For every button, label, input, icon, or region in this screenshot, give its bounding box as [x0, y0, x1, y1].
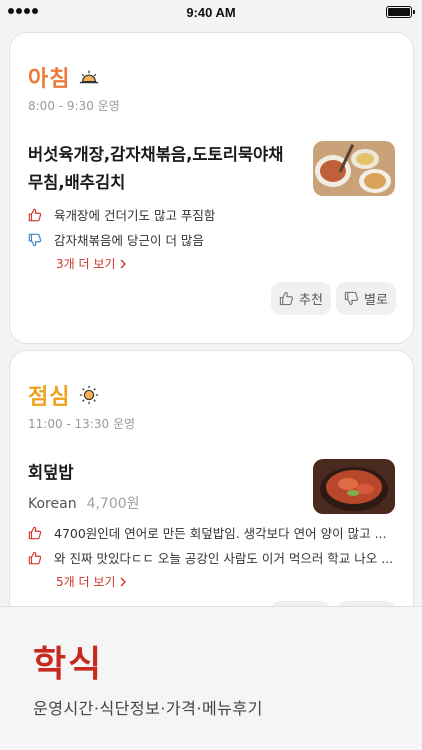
thumbs-up-icon — [28, 551, 42, 564]
battery-icon — [386, 6, 415, 18]
meal-hours: 11:00 - 13:30 운영 — [28, 417, 136, 431]
recommend-button[interactable]: 추천 — [271, 282, 331, 315]
menu-category: Korean — [28, 496, 77, 512]
meal-title: 아침 — [28, 61, 100, 93]
menu-meta: Korean 4,700원 — [28, 493, 140, 513]
meal-card-lunch[interactable]: 점심 11:00 - 13:30 운영 회덮밥 Korean 4,700원 47… — [9, 350, 414, 650]
review-item: 와 진짜 맛있다ㄷㄷ 오늘 공강인 사람도 이거 먹으러 학교 나오 ... — [28, 548, 398, 567]
review-item: 육개장에 건더기도 많고 푸짐함 — [28, 205, 398, 224]
sun-icon — [80, 385, 99, 405]
app-intro-panel: 학식 운영시간·식단정보·가격·메뉴후기 — [0, 606, 422, 750]
status-time: 9:40 AM — [186, 4, 236, 20]
app-subtitle: 운영시간·식단정보·가격·메뉴후기 — [33, 699, 263, 718]
thumbs-down-icon — [344, 291, 359, 306]
sunrise-icon — [80, 70, 99, 84]
menu-price: 4,700원 — [86, 496, 140, 512]
menu-name: 버섯육개장,감자채볶음,도토리묵야채무침,배추김치 — [28, 145, 284, 192]
thumbs-up-icon — [28, 526, 42, 539]
meal-card-breakfast[interactable]: 아침 8:00 - 9:30 운영 버섯육개장,감자채볶음,도토리묵야채무침,배… — [9, 32, 414, 344]
review-text: 4700원인데 연어로 만든 회덮밥임. 생각보다 연어 양이 많고 ... — [54, 526, 387, 541]
signal-icon — [8, 8, 38, 14]
more-reviews-link[interactable]: 5개 더 보기 — [56, 573, 127, 590]
review-item: 4700원인데 연어로 만든 회덮밥임. 생각보다 연어 양이 많고 ... — [28, 523, 398, 542]
thumbs-up-icon — [279, 291, 294, 306]
menu-name: 회덮밥 — [28, 463, 74, 482]
food-photo[interactable] — [313, 459, 395, 514]
chevron-right-icon — [120, 577, 127, 586]
review-text: 와 진짜 맛있다ㄷㄷ 오늘 공강인 사람도 이거 먹으러 학교 나오 ... — [54, 551, 394, 566]
thumbs-down-icon — [28, 233, 42, 246]
food-photo[interactable] — [313, 141, 395, 196]
review-item: 감자채볶음에 당근이 더 많음 — [28, 230, 398, 249]
review-text: 육개장에 건더기도 많고 푸짐함 — [54, 208, 216, 223]
thumbs-up-icon — [28, 208, 42, 221]
app-title: 학식 — [33, 644, 104, 685]
status-bar: 9:40 AM — [0, 0, 422, 24]
meal-hours: 8:00 - 9:30 운영 — [28, 99, 120, 113]
chevron-right-icon — [120, 259, 127, 268]
review-text: 감자채볶음에 당근이 더 많음 — [54, 233, 204, 248]
meal-title: 점심 — [28, 379, 100, 411]
not-good-button[interactable]: 별로 — [336, 282, 396, 315]
more-reviews-link[interactable]: 3개 더 보기 — [56, 255, 127, 272]
